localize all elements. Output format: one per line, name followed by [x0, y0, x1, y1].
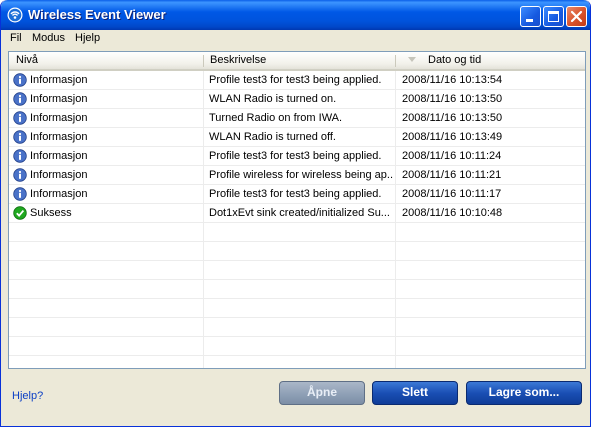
datetime-cell: 2008/11/16 10:11:24 — [402, 150, 502, 162]
info-icon — [13, 168, 27, 182]
empty-table-row — [9, 261, 585, 280]
empty-table-row — [9, 356, 585, 368]
description-cell: WLAN Radio is turned on. — [209, 93, 337, 105]
level-cell: Suksess — [30, 207, 72, 219]
empty-table-row — [9, 280, 585, 299]
description-cell: Profile test3 for test3 being applied. — [209, 188, 382, 200]
menu-file[interactable]: Fil — [10, 32, 22, 44]
title-bar[interactable]: Wireless Event Viewer — [1, 0, 590, 30]
table-row[interactable]: Informasjon WLAN Radio is turned on. 2008/… — [9, 90, 585, 109]
window-title: Wireless Event Viewer — [28, 7, 166, 22]
description-cell: Profile wireless for wireless being ap..… — [209, 169, 393, 181]
empty-table-row — [9, 242, 585, 261]
close-icon — [570, 10, 583, 23]
level-cell: Informasjon — [30, 112, 88, 124]
datetime-cell: 2008/11/16 10:13:49 — [402, 131, 503, 143]
table-row[interactable]: Informasjon WLAN Radio is turned off. 2008… — [9, 128, 585, 147]
column-divider[interactable] — [395, 55, 396, 67]
maximize-icon — [548, 11, 559, 22]
menu-bar: Fil Modus Hjelp — [1, 30, 590, 49]
info-icon — [13, 111, 27, 125]
minimize-icon — [526, 19, 533, 22]
wireless-app-icon — [7, 7, 23, 23]
list-header: Nivå Beskrivelse Dato og tid — [9, 52, 585, 71]
maximize-button[interactable] — [543, 6, 564, 27]
datetime-cell: 2008/11/16 10:13:50 — [402, 112, 503, 124]
table-row[interactable]: Informasjon Turned Radio on from IWA. 2008… — [9, 109, 585, 128]
sort-descending-icon — [408, 57, 416, 62]
menu-mode[interactable]: Modus — [32, 32, 65, 44]
info-icon — [13, 130, 27, 144]
description-cell: Profile test3 for test3 being applied. — [209, 150, 382, 162]
column-header-description[interactable]: Beskrivelse — [205, 52, 395, 69]
help-link[interactable]: Hjelp? — [12, 390, 43, 402]
description-cell: Dot1xEvt sink created/initialized Su... — [209, 207, 390, 219]
open-button[interactable]: Åpne — [279, 381, 365, 405]
table-row[interactable]: Informasjon Profile wireless for wireless… — [9, 166, 585, 185]
table-row[interactable]: Informasjon Profile test3 for test3 being… — [9, 71, 585, 90]
info-icon — [13, 92, 27, 106]
menu-help[interactable]: Hjelp — [75, 32, 100, 44]
column-divider[interactable] — [203, 55, 204, 67]
level-cell: Informasjon — [30, 169, 88, 181]
datetime-cell: 2008/11/16 10:10:48 — [402, 207, 503, 219]
level-cell: Informasjon — [30, 93, 88, 105]
column-header-datetime[interactable]: Dato og tid — [423, 52, 583, 69]
empty-table-row — [9, 318, 585, 337]
table-row[interactable]: Informasjon Profile test3 for test3 being… — [9, 147, 585, 166]
table-row[interactable]: Suksess Dot1xEvt sink created/initialized… — [9, 204, 585, 223]
description-cell: Turned Radio on from IWA. — [209, 112, 343, 124]
event-list[interactable]: Nivå Beskrivelse Dato og tid Informasjon… — [8, 51, 586, 369]
level-cell: Informasjon — [30, 74, 88, 86]
datetime-cell: 2008/11/16 10:11:21 — [402, 169, 502, 181]
info-icon — [13, 187, 27, 201]
empty-table-row — [9, 337, 585, 356]
datetime-cell: 2008/11/16 10:13:50 — [402, 93, 503, 105]
delete-button[interactable]: Slett — [372, 381, 458, 405]
datetime-cell: 2008/11/16 10:11:17 — [402, 188, 502, 200]
level-cell: Informasjon — [30, 131, 88, 143]
description-cell: WLAN Radio is turned off. — [209, 131, 336, 143]
close-button[interactable] — [566, 6, 587, 27]
empty-table-row — [9, 223, 585, 242]
column-header-level[interactable]: Nivå — [11, 52, 203, 69]
level-cell: Informasjon — [30, 150, 88, 162]
empty-table-row — [9, 299, 585, 318]
save-as-button[interactable]: Lagre som... — [466, 381, 582, 405]
info-icon — [13, 73, 27, 87]
app-window: Wireless Event Viewer Fil Modus Hjelp Ni… — [0, 0, 591, 427]
description-cell: Profile test3 for test3 being applied. — [209, 74, 382, 86]
datetime-cell: 2008/11/16 10:13:54 — [402, 74, 503, 86]
info-icon — [13, 149, 27, 163]
level-cell: Informasjon — [30, 188, 88, 200]
success-check-icon — [13, 206, 27, 220]
minimize-button[interactable] — [520, 6, 541, 27]
table-row[interactable]: Informasjon Profile test3 for test3 being… — [9, 185, 585, 204]
